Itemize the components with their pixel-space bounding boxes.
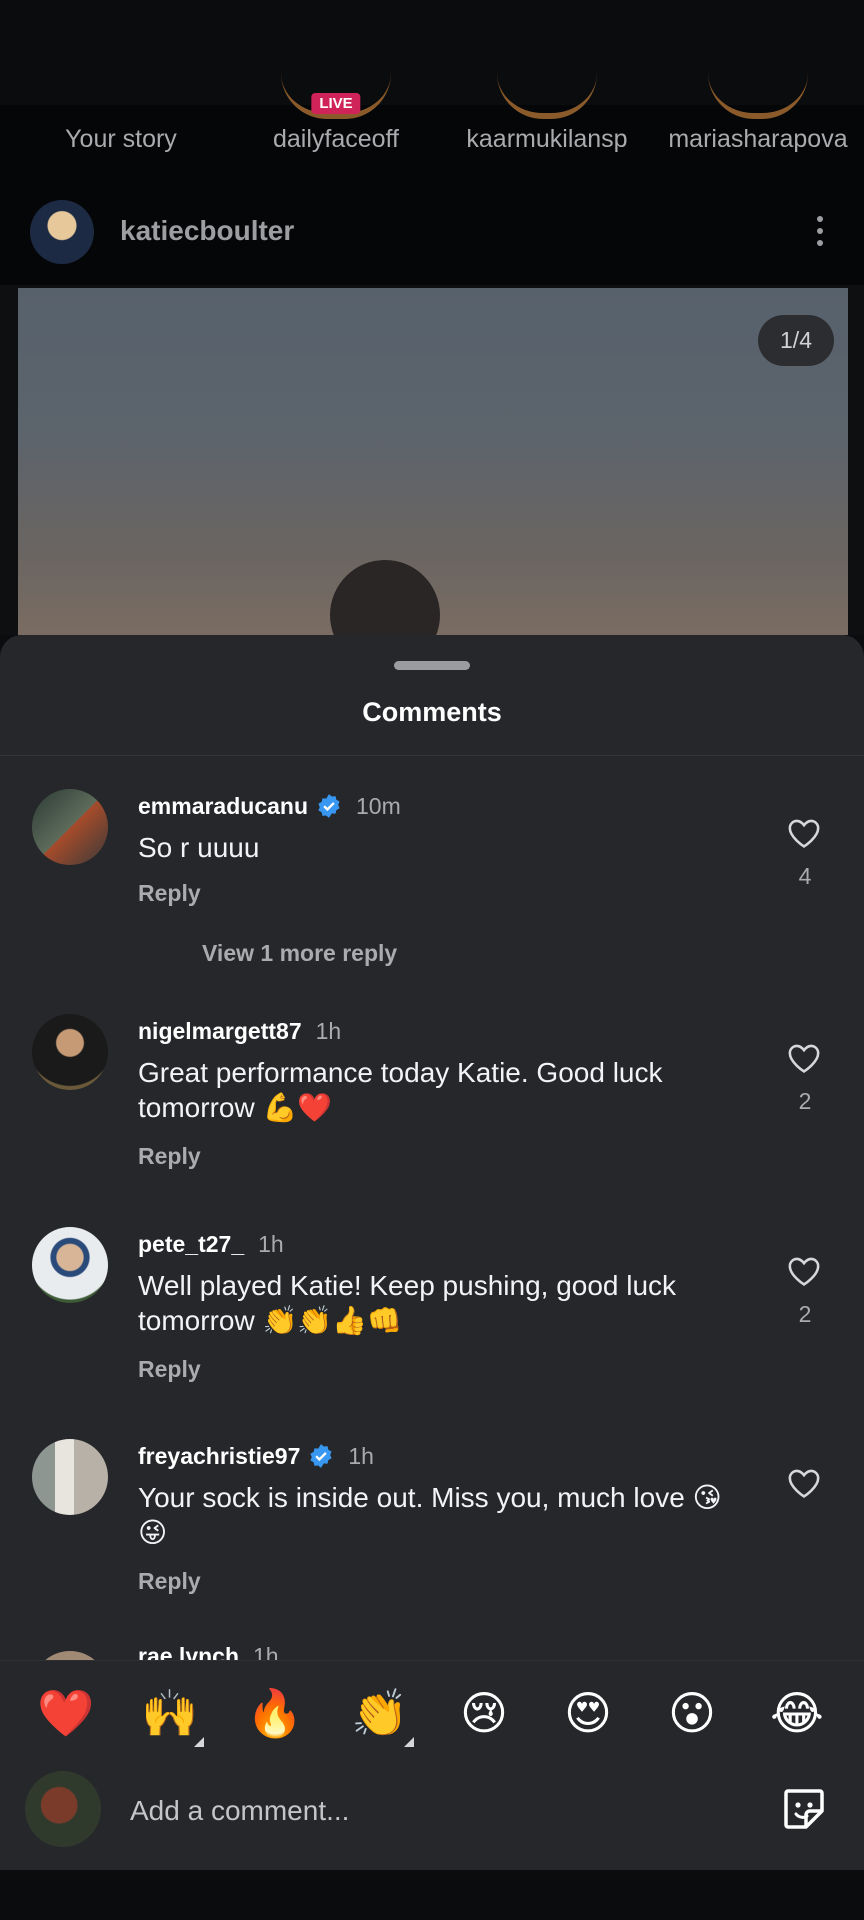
comment-text: Your sock is inside out. Miss you, much … (138, 1482, 722, 1548)
quick-reaction-bar: ❤️ 🙌 🔥 👏 😢 😍 😮 😂 (0, 1660, 864, 1756)
story-label: kaarmukilansp (466, 125, 628, 153)
emoji-fire[interactable]: 🔥 (245, 1683, 305, 1743)
sticker-icon[interactable] (780, 1785, 828, 1833)
carousel-counter: 1/4 (758, 315, 834, 366)
more-options-icon[interactable] (812, 213, 828, 253)
comment-header: emmaraducanu 10m (138, 793, 401, 820)
like-heart-icon[interactable] (787, 1467, 821, 1499)
variant-indicator-icon (194, 1737, 204, 1747)
comment-text: So r uuuu (138, 832, 260, 863)
post-header: katiecboulter (0, 185, 864, 285)
comment-username[interactable]: rae.lynch (138, 1647, 239, 1661)
comment-item: freyachristie97 1h Your sock is inside ou… (0, 1435, 864, 1595)
emoji-crying-face[interactable]: 😢 (454, 1683, 514, 1743)
emoji-heart-eyes[interactable]: 😍 (558, 1683, 618, 1743)
story-dailyfaceoff[interactable]: LIVE dailyfaceoff (221, 93, 451, 154)
story-ring (708, 73, 808, 119)
like-count: 4 (798, 863, 812, 889)
drag-handle[interactable] (394, 661, 470, 670)
reply-button[interactable]: Reply (138, 1356, 201, 1383)
emoji-glyph: 👏 (351, 1687, 409, 1739)
comment-item: emmaraducanu 10m So r uuuu Reply 4 View 1… (0, 785, 864, 967)
comment-time: 1h (348, 1443, 374, 1469)
post-author-username[interactable]: katiecboulter (120, 215, 294, 247)
comment-composer: Add a comment... (0, 1755, 864, 1870)
like-count: 2 (798, 1301, 812, 1327)
comment-text: Well played Katie! Keep pushing, good lu… (138, 1270, 677, 1336)
emoji-tears-of-joy[interactable]: 😂 (767, 1683, 827, 1743)
reply-button[interactable]: Reply (138, 1143, 201, 1170)
comment-username[interactable]: nigelmargett87 (138, 1018, 302, 1044)
variant-indicator-icon (404, 1737, 414, 1747)
post-author-avatar[interactable] (30, 200, 94, 264)
verified-badge-icon (318, 794, 340, 818)
current-user-avatar (25, 1771, 101, 1847)
comment-username[interactable]: emmaraducanu (138, 793, 308, 819)
reply-button[interactable]: Reply (138, 1568, 201, 1595)
emoji-red-heart[interactable]: ❤️ (36, 1683, 96, 1743)
story-label: Your story (65, 125, 177, 153)
comment-header: pete_t27_ 1h (138, 1231, 284, 1258)
commenter-avatar[interactable] (32, 1227, 108, 1303)
comment-time: 1h (258, 1231, 284, 1257)
commenter-avatar[interactable] (32, 789, 108, 865)
comment-time: 1h (253, 1647, 279, 1661)
like-heart-icon[interactable] (787, 817, 821, 849)
comment-header: freyachristie97 1h (138, 1443, 374, 1470)
comment-text: Great performance today Katie. Good luck… (138, 1057, 663, 1123)
comment-time: 10m (356, 793, 401, 819)
emoji-clapping-hands[interactable]: 👏 (350, 1683, 414, 1747)
comment-username[interactable]: pete_t27_ (138, 1231, 244, 1257)
story-your-story[interactable]: Your story (6, 125, 236, 154)
comment-header: rae.lynch 1h (138, 1647, 279, 1661)
reply-button[interactable]: Reply (138, 880, 201, 907)
comment-time: 1h (315, 1018, 342, 1044)
view-more-replies[interactable]: View 1 more reply (202, 940, 397, 967)
comment-username[interactable]: freyachristie97 (138, 1443, 300, 1469)
emoji-open-mouth[interactable]: 😮 (662, 1683, 722, 1743)
comment-item: rae.lynch 1h (0, 1647, 864, 1661)
story-mariasharapova[interactable]: mariasharapova (643, 103, 864, 154)
comment-item: nigelmargett87 1h Great performance today… (0, 1010, 864, 1170)
emoji-raising-hands[interactable]: 🙌 (140, 1683, 204, 1747)
system-nav-area (0, 1870, 864, 1920)
like-heart-icon[interactable] (787, 1042, 821, 1074)
post-image[interactable]: 1/4 (0, 285, 864, 635)
sky-background (18, 288, 848, 635)
stories-tray: Your story LIVE dailyfaceoff kaarmukilan… (0, 93, 864, 185)
story-kaarmukilansp[interactable]: kaarmukilansp (432, 103, 662, 154)
live-badge: LIVE (311, 93, 361, 114)
add-comment-input[interactable]: Add a comment... (130, 1795, 349, 1827)
emoji-glyph: 🙌 (141, 1687, 199, 1739)
comment-item: pete_t27_ 1h Well played Katie! Keep push… (0, 1223, 864, 1383)
story-ring (497, 73, 597, 119)
story-label: mariasharapova (668, 125, 848, 153)
divider (0, 755, 864, 756)
verified-badge-icon (310, 1444, 333, 1468)
commenter-avatar[interactable] (32, 1014, 108, 1090)
like-count: 2 (798, 1088, 812, 1114)
commenter-avatar[interactable] (32, 1439, 108, 1515)
sheet-title: Comments (362, 697, 502, 727)
comment-header: nigelmargett87 1h (138, 1018, 341, 1045)
like-heart-icon[interactable] (787, 1255, 821, 1287)
story-label: dailyfaceoff (272, 125, 399, 153)
